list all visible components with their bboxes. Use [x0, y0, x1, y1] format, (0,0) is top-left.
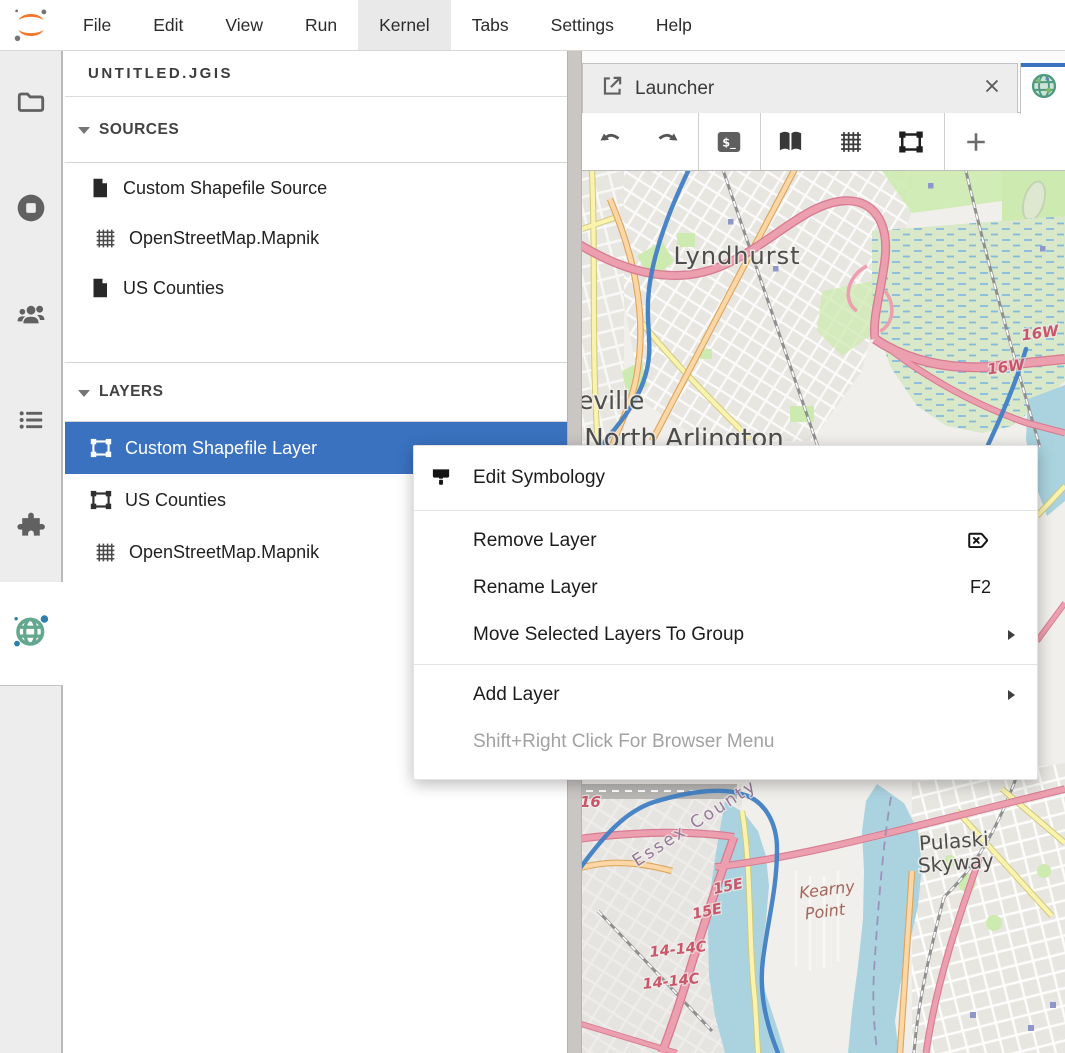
tab-bar: Launcher [582, 51, 1065, 113]
raster-grid-icon [93, 540, 118, 565]
vector-polygon-icon [88, 435, 114, 461]
menu-settings[interactable]: Settings [530, 0, 635, 50]
sidebar-tab-filebrowser[interactable] [0, 51, 61, 157]
ctx-add-layer[interactable]: Add Layer [414, 671, 1037, 718]
new-raster-layer-button[interactable] [834, 122, 868, 162]
chevron-down-icon [78, 127, 90, 134]
toolbar-separator [760, 113, 761, 170]
source-label: Custom Shapefile Source [123, 178, 327, 199]
sidebar-tab-collaboration[interactable] [0, 263, 61, 369]
menu-file[interactable]: File [62, 0, 132, 50]
layer-context-menu: Edit Symbology Remove Layer Rename Layer… [413, 445, 1038, 780]
file-icon [88, 176, 112, 200]
menu-help[interactable]: Help [635, 0, 713, 50]
sidebar-tab-jupytergis[interactable] [0, 582, 63, 685]
tab-launcher-label: Launcher [635, 78, 714, 100]
redo-icon [652, 127, 682, 157]
symbology-brush-icon [428, 465, 454, 491]
tab-launcher[interactable]: Launcher [582, 63, 1018, 113]
source-label: US Counties [123, 278, 224, 299]
menu-divider [414, 664, 1037, 665]
chevron-down-icon [78, 390, 90, 397]
menu-kernel[interactable]: Kernel [358, 0, 451, 50]
tab-jgis-map[interactable] [1020, 63, 1065, 114]
map-ref-16: 16 [582, 793, 601, 811]
folder-icon [15, 86, 47, 123]
map-label-belleville: eville [582, 386, 644, 415]
panel-title: UNTITLED.JGIS [65, 51, 567, 97]
source-label: OpenStreetMap.Mapnik [129, 228, 319, 249]
source-item-us-counties[interactable]: US Counties [65, 263, 567, 313]
left-sidebar [0, 51, 65, 1053]
jupyterlab-window: File Edit View Run Kernel Tabs Settings … [0, 0, 1065, 1053]
ctx-rename-layer[interactable]: Rename Layer F2 [414, 564, 1037, 611]
sidebar-tab-extensions[interactable] [0, 475, 61, 581]
menubar: File Edit View Run Kernel Tabs Settings … [0, 0, 1065, 51]
layer-label: US Counties [125, 490, 226, 511]
ctx-item-label: Add Layer [473, 684, 560, 706]
delete-forward-icon [966, 528, 991, 553]
source-item-openstreetmap[interactable]: OpenStreetMap.Mapnik [65, 213, 567, 263]
stop-circle-icon [14, 191, 48, 230]
list-icon [15, 404, 47, 441]
toolbar-separator [698, 113, 699, 170]
layers-section-header[interactable]: LAYERS [65, 362, 567, 422]
vector-polygon-icon [88, 487, 114, 513]
ctx-shortcut-f2: F2 [970, 577, 991, 598]
layer-label: Custom Shapefile Layer [125, 438, 317, 459]
ctx-item-label: Edit Symbology [473, 467, 605, 489]
users-icon [14, 297, 48, 336]
raster-grid-icon [93, 226, 118, 251]
add-button[interactable] [959, 122, 993, 162]
ctx-edit-symbology[interactable]: Edit Symbology [414, 452, 1037, 504]
ctx-browser-menu-hint: Shift+Right Click For Browser Menu [414, 718, 1037, 765]
undo-icon [596, 127, 626, 157]
menu-divider [414, 510, 1037, 511]
undo-button[interactable] [594, 122, 628, 162]
globe-icon [1029, 71, 1059, 106]
gis-toolbar: $_ [582, 113, 1065, 171]
vector-polygon-icon [896, 127, 926, 157]
terminal-icon: $_ [714, 127, 744, 157]
raster-grid-icon [837, 128, 865, 156]
menu-edit[interactable]: Edit [132, 0, 204, 50]
source-item-custom-shapefile[interactable]: Custom Shapefile Source [65, 163, 567, 213]
book-icon [776, 127, 805, 156]
layer-label: OpenStreetMap.Mapnik [129, 542, 319, 563]
sidebar-empty-area [0, 685, 63, 1053]
close-icon[interactable] [981, 75, 1003, 102]
plus-icon [962, 128, 990, 156]
documentation-button[interactable] [773, 122, 807, 162]
submenu-arrow-icon [1008, 690, 1015, 700]
open-console-button[interactable]: $_ [712, 122, 746, 162]
ctx-item-label: Shift+Right Click For Browser Menu [473, 731, 774, 753]
launcher-icon [599, 73, 625, 104]
menu-run[interactable]: Run [284, 0, 358, 50]
ctx-move-layers-to-group[interactable]: Move Selected Layers To Group [414, 611, 1037, 658]
puzzle-icon [14, 509, 48, 548]
redo-button[interactable] [650, 122, 684, 162]
svg-text:$_: $_ [722, 136, 736, 149]
new-vector-layer-button[interactable] [894, 122, 928, 162]
active-tab-accent [1021, 63, 1065, 67]
map-label-lyndhurst: Lyndhurst [673, 242, 800, 270]
menu-tabs[interactable]: Tabs [451, 0, 530, 50]
sources-header-label: SOURCES [99, 121, 179, 139]
ctx-item-label: Rename Layer [473, 577, 598, 599]
file-icon [88, 276, 112, 300]
layers-header-label: LAYERS [99, 383, 163, 401]
globe-icon [11, 611, 51, 656]
ctx-remove-layer[interactable]: Remove Layer [414, 517, 1037, 564]
sources-section-header[interactable]: SOURCES [65, 97, 567, 163]
ctx-item-label: Move Selected Layers To Group [473, 624, 744, 646]
sources-list: Custom Shapefile Source OpenStreetMap.Ma… [65, 163, 567, 362]
jupyter-logo [0, 0, 62, 50]
toolbar-separator [944, 113, 945, 170]
menu-view[interactable]: View [204, 0, 284, 50]
ctx-item-label: Remove Layer [473, 530, 597, 552]
sidebar-tab-running[interactable] [0, 157, 61, 263]
sidebar-tab-toc[interactable] [0, 369, 61, 475]
submenu-arrow-icon [1008, 630, 1015, 640]
